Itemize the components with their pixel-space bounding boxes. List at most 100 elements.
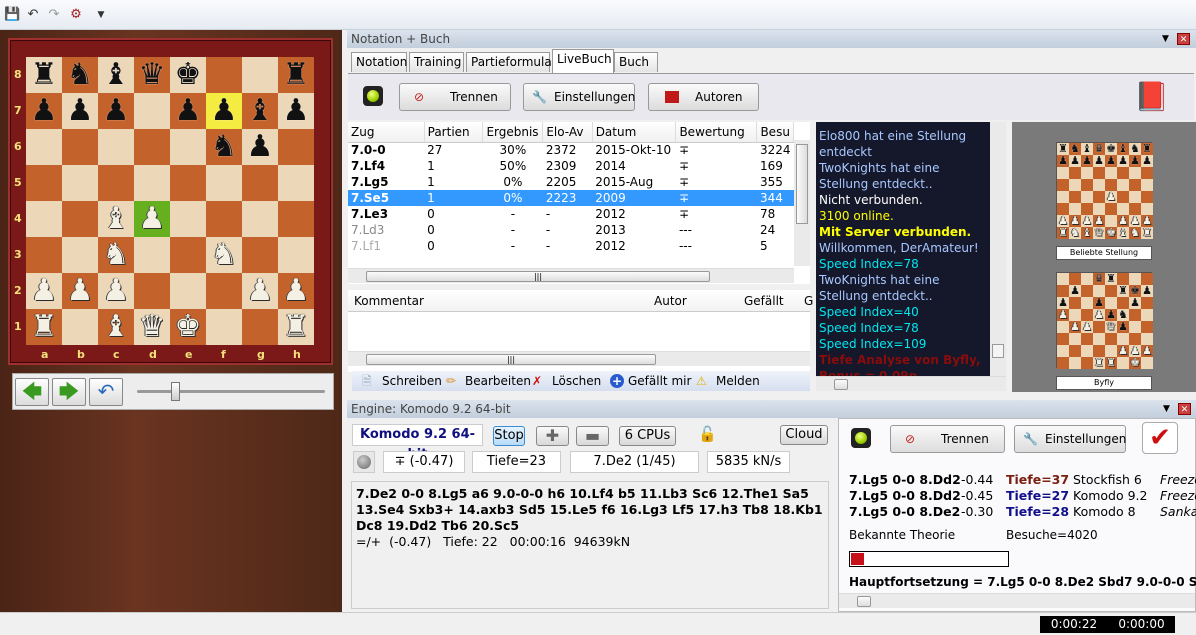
stop-button[interactable]: Stop (493, 426, 525, 446)
move-slider-handle[interactable] (171, 382, 180, 401)
square-d8[interactable]: ♛ (134, 57, 170, 93)
square-b5[interactable] (62, 165, 98, 201)
square-c2[interactable]: ♟ (98, 273, 134, 309)
cloud-line[interactable]: 7.Lg5 0-0 8.De2 -0.30 Tiefe=28 Komodo 8 Sank… (849, 504, 1196, 520)
square-g7[interactable]: ♝ (242, 93, 278, 129)
engine-name[interactable]: Komodo 9.2 64-bit (352, 424, 483, 462)
square-d6[interactable] (134, 129, 170, 165)
white-n-piece-icon[interactable]: ♞ (103, 237, 130, 272)
square-b3[interactable] (62, 237, 98, 273)
black-n-piece-icon[interactable]: ♞ (211, 129, 238, 164)
cloud-hscroll-thumb[interactable] (857, 596, 871, 607)
square-f4[interactable] (206, 201, 242, 237)
square-g8[interactable] (242, 57, 278, 93)
table-row[interactable]: 7.Lf4 1 50% 2309 2014 ∓ 169 (348, 158, 794, 174)
square-a4[interactable] (26, 201, 62, 237)
tab-training[interactable]: Training (409, 52, 464, 72)
col-header-zug[interactable]: Zug (348, 122, 425, 143)
col-header-g[interactable]: G (804, 294, 813, 308)
cpus-button[interactable]: 6 CPUs (619, 426, 676, 446)
table-row[interactable]: 7.0-0 27 30% 2372 2015-Okt-10 ∓ 3224 (348, 142, 794, 158)
square-h8[interactable]: ♜ (278, 57, 314, 93)
black-p-piece-icon[interactable]: ♟ (31, 93, 58, 128)
square-g3[interactable] (242, 237, 278, 273)
square-b1[interactable] (62, 309, 98, 345)
white-n-piece-icon[interactable]: ♞ (211, 237, 238, 272)
col-header-autor[interactable]: Autor (654, 294, 687, 308)
square-a8[interactable]: ♜ (26, 57, 62, 93)
black-p-piece-icon[interactable]: ♟ (247, 129, 274, 164)
white-r-piece-icon[interactable]: ♜ (31, 309, 58, 344)
black-p-piece-icon[interactable]: ♟ (175, 93, 202, 128)
tab-buch[interactable]: Buch (614, 52, 658, 72)
square-e8[interactable]: ♚ (170, 57, 206, 93)
cloud-hscrollbar[interactable] (839, 593, 1195, 608)
square-h6[interactable] (278, 129, 314, 165)
square-f3[interactable]: ♞ (206, 237, 242, 273)
tab-notation[interactable]: Notation (351, 52, 407, 72)
square-f6[interactable]: ♞ (206, 129, 242, 165)
square-b8[interactable]: ♞ (62, 57, 98, 93)
square-a5[interactable] (26, 165, 62, 201)
cloud-disconnect-button[interactable]: ⊘ Trennen (890, 425, 1005, 453)
square-d1[interactable]: ♛ (134, 309, 170, 345)
chat-hscrollbar[interactable] (816, 376, 1006, 391)
square-c6[interactable] (98, 129, 134, 165)
square-f8[interactable] (206, 57, 242, 93)
black-b-piece-icon[interactable]: ♝ (247, 93, 274, 128)
table-hscroll-thumb[interactable]: ||| (366, 271, 710, 282)
white-p-piece-icon[interactable]: ♟ (31, 273, 58, 308)
black-b-piece-icon[interactable]: ♝ (103, 57, 130, 92)
square-f1[interactable] (206, 309, 242, 345)
square-a7[interactable]: ♟ (26, 93, 62, 129)
white-p-piece-icon[interactable]: ♟ (139, 201, 166, 236)
square-e4[interactable] (170, 201, 206, 237)
square-b6[interactable] (62, 129, 98, 165)
square-h1[interactable]: ♜ (278, 309, 314, 345)
square-d7[interactable] (134, 93, 170, 129)
thumbnail-board[interactable]: ♛ ♜ ♟ ♜ ♚ ♟ ♟ ♟ ♟ ♟ ♟ ♟ ♞ ♟ ♟ ♛ ♟ ♟ ♟ ♟ ♜ ♜ ♚ (1056, 272, 1153, 369)
square-h7[interactable]: ♟ (278, 93, 314, 129)
white-p-piece-icon[interactable]: ♟ (103, 273, 130, 308)
chat-vscroll-thumb[interactable] (992, 344, 1004, 358)
remove-line-button[interactable]: ▬ (576, 426, 609, 446)
white-q-piece-icon[interactable]: ♛ (139, 309, 166, 344)
square-c4[interactable]: ♝ (98, 201, 134, 237)
table-hscrollbar[interactable]: ||| (348, 268, 794, 283)
settings-button[interactable]: 🔧 Einstellungen (523, 83, 635, 111)
col-header-elo[interactable]: Elo-Av (542, 122, 593, 143)
square-d3[interactable] (134, 237, 170, 273)
square-a3[interactable] (26, 237, 62, 273)
square-b2[interactable]: ♟ (62, 273, 98, 309)
black-r-piece-icon[interactable]: ♜ (283, 57, 310, 92)
square-e7[interactable]: ♟ (170, 93, 206, 129)
undo-icon[interactable]: ↶ (26, 8, 40, 22)
col-header-gefaellt[interactable]: Gefällt (744, 294, 784, 308)
table-vscrollbar[interactable] (794, 140, 810, 266)
black-q-piece-icon[interactable]: ♛ (139, 57, 166, 92)
white-b-piece-icon[interactable]: ♝ (103, 201, 130, 236)
square-d2[interactable] (134, 273, 170, 309)
table-row[interactable]: 7.Le3 0 - - 2012 ∓ 78 (348, 206, 794, 222)
square-a1[interactable]: ♜ (26, 309, 62, 345)
takeback-button[interactable]: ↶ (89, 378, 123, 406)
square-e2[interactable] (170, 273, 206, 309)
square-d4[interactable]: ♟ (134, 201, 170, 237)
square-h3[interactable] (278, 237, 314, 273)
col-header-besuche[interactable]: Besu (756, 122, 794, 143)
square-e5[interactable] (170, 165, 206, 201)
edit-comment-button[interactable]: Bearbeiten (465, 371, 531, 391)
square-a2[interactable]: ♟ (26, 273, 62, 309)
square-b7[interactable]: ♟ (62, 93, 98, 129)
cloud-button[interactable]: Cloud (780, 425, 828, 445)
square-a6[interactable] (26, 129, 62, 165)
square-d5[interactable] (134, 165, 170, 201)
chess-board[interactable]: ♜ ♞ ♝ ♛ ♚ ♜ ♟ ♟ ♟ ♟ ♟ ♝ ♟ ♞ ♟ ♝ ♟ ♞ ♞ ♟ ♟ ♟ ♟ ♟ ♜ ♝ ♛ ♚ ♜ 8 7 6 5 4 3 2 1 a b c… (14, 57, 314, 361)
square-c5[interactable] (98, 165, 134, 201)
col-header-partien[interactable]: Partien (424, 122, 484, 143)
square-g6[interactable]: ♟ (242, 129, 278, 165)
back-button[interactable]: 🡄 (15, 378, 49, 406)
close-icon[interactable]: ✕ (1178, 403, 1191, 415)
white-p-piece-icon[interactable]: ♟ (247, 273, 274, 308)
tab-livebuch[interactable]: LiveBuch (552, 49, 614, 73)
